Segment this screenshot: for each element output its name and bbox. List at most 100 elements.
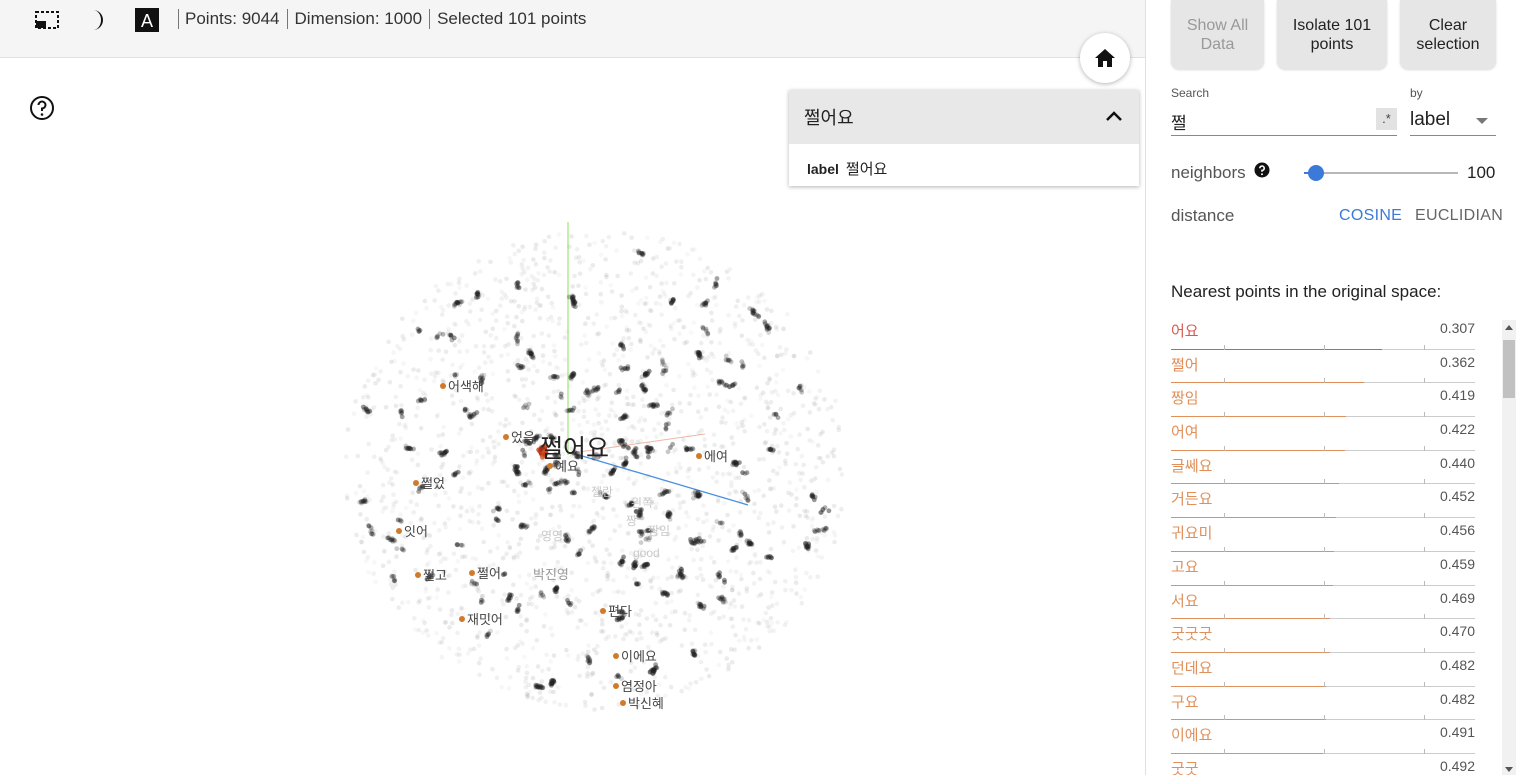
inspector-field-row: label 쩔어요	[789, 144, 1139, 179]
neighbors-slider[interactable]	[1304, 165, 1458, 181]
slider-knob[interactable]	[1308, 165, 1324, 181]
neighbor-point[interactable]	[413, 480, 419, 486]
selected-count: Selected 101 points	[437, 9, 587, 28]
neighbor-point[interactable]	[613, 653, 619, 659]
isolate-points-button[interactable]: Isolate 101 points	[1277, 0, 1387, 69]
nearest-point-label: 구요	[1171, 693, 1199, 711]
neighbor-point-label: 박진영	[533, 567, 569, 582]
scroll-up-arrow-icon[interactable]	[1505, 325, 1513, 330]
nearest-point-label: 굿굿굿	[1171, 626, 1213, 644]
neighbors-label: neighbors	[1171, 163, 1246, 182]
nearest-point-row[interactable]: 어요 0.307	[1171, 316, 1475, 350]
nearest-point-label: 어여	[1171, 424, 1199, 442]
nearest-point-distance: 0.307	[1439, 320, 1475, 336]
neighbor-point[interactable]	[696, 453, 702, 459]
nearest-point-row[interactable]: 굿굿굿 0.470	[1171, 619, 1475, 653]
nearest-point-distance: 0.459	[1439, 555, 1475, 572]
neighbor-point-label: 에여	[704, 449, 728, 464]
neighbor-point-label: 편다	[608, 604, 632, 619]
home-button[interactable]	[1080, 33, 1130, 83]
nearest-point-distance: 0.491	[1439, 724, 1475, 741]
svg-text:A: A	[141, 11, 153, 31]
selection-mode-icon[interactable]	[34, 7, 60, 33]
nearest-point-row[interactable]: 구요 0.482	[1171, 687, 1475, 721]
labels-toggle-icon[interactable]: A	[134, 7, 160, 33]
nearest-point-distance: 0.440	[1439, 454, 1475, 471]
nearest-point-row[interactable]: 짱임 0.419	[1171, 383, 1475, 418]
nearest-list-scrollbar[interactable]	[1502, 320, 1516, 775]
nearest-point-row[interactable]: 고요 0.459	[1171, 552, 1475, 586]
nearest-point-distance: 0.452	[1439, 488, 1475, 505]
nearest-point-distance: 0.482	[1439, 690, 1475, 707]
nearest-point-row[interactable]: 귀요미 0.456	[1171, 518, 1475, 552]
inspector-header: 쩔어요	[789, 90, 1139, 144]
nearest-point-row[interactable]: 서요 0.469	[1171, 586, 1475, 620]
nearest-point-row[interactable]: 거든요 0.452	[1171, 484, 1475, 519]
distance-label: distance	[1171, 206, 1235, 225]
nearest-point-distance: 0.422	[1439, 421, 1475, 438]
faded-point-label: 왼쪽	[631, 496, 653, 510]
clear-selection-button[interactable]: Clear selection	[1400, 0, 1496, 69]
neighbor-point[interactable]	[396, 528, 402, 534]
nearest-point-label: 거든요	[1171, 491, 1213, 509]
nearest-point-label: 고요	[1171, 558, 1199, 576]
point-cloud	[343, 231, 845, 712]
nearest-point-distance: 0.456	[1439, 522, 1475, 539]
nearest-point-label: 짱임	[1171, 390, 1199, 408]
nearest-point-distance: 0.419	[1439, 387, 1475, 404]
search-label: Search	[1171, 86, 1210, 100]
neighbor-point[interactable]	[459, 616, 465, 622]
distance-euclidian-option[interactable]: EUCLIDIAN	[1415, 207, 1503, 225]
neighbor-point-label: 쩔고	[423, 568, 447, 583]
nearest-point-row[interactable]: 글쎄요 0.440	[1171, 451, 1475, 485]
neighbor-point[interactable]	[600, 608, 606, 614]
neighbor-point-label: 이에요	[621, 649, 657, 664]
nearest-point-distance: 0.482	[1439, 656, 1475, 673]
nearest-point-row[interactable]: 이에요 0.491	[1171, 720, 1475, 754]
nearest-points-list: 어요 0.307 쩔어 0.362 짱임 0.419 어여 0.422 글쎄요 0.440 거든요 0…	[1171, 316, 1475, 775]
search-by-select[interactable]: label	[1410, 107, 1496, 136]
nearest-point-label: 굿굿	[1171, 760, 1199, 775]
night-mode-icon[interactable]	[84, 7, 110, 33]
info-icon[interactable]	[1254, 162, 1270, 178]
show-all-data-button[interactable]: Show All Data	[1171, 0, 1264, 69]
neighbor-point[interactable]	[503, 434, 509, 440]
nearest-point-label: 이에요	[1171, 727, 1213, 745]
neighbor-point[interactable]	[613, 683, 619, 689]
faded-point-label: good	[633, 546, 660, 560]
chevron-up-icon[interactable]	[1103, 106, 1125, 128]
neighbor-point-label: 쩔어	[477, 566, 501, 581]
neighbor-point[interactable]	[547, 463, 553, 469]
faded-point-label: 짱임	[648, 524, 670, 538]
nearest-point-distance: 0.492	[1439, 757, 1475, 774]
search-input[interactable]	[1171, 107, 1397, 136]
neighbor-point[interactable]	[469, 570, 475, 576]
neighbor-point[interactable]	[440, 383, 446, 389]
right-panel: Show All Data Isolate 101 points Clear s…	[1145, 0, 1516, 775]
nearest-point-row[interactable]: 굿굿 0.492	[1171, 754, 1475, 775]
nearest-point-distance: 0.469	[1439, 589, 1475, 606]
help-icon[interactable]	[29, 95, 55, 121]
neighbor-point-label: 염정아	[621, 679, 657, 694]
scroll-down-arrow-icon[interactable]	[1505, 767, 1513, 772]
nearest-point-row[interactable]: 어여 0.422	[1171, 417, 1475, 451]
search-by-value: label	[1410, 109, 1451, 130]
inspector-field-key: label	[807, 161, 839, 177]
inspector-title: 쩔어요	[804, 108, 854, 128]
faded-point-label: 짱	[626, 514, 637, 528]
neighbor-point-label: 었음	[511, 430, 535, 445]
nearest-point-row[interactable]: 쩔어 0.362	[1171, 350, 1475, 384]
neighbor-point-label: 쩔었	[421, 476, 445, 491]
inspector-field-value: 쩔어요	[845, 161, 888, 178]
neighbor-point-label: 어색해	[448, 379, 484, 394]
home-icon	[1095, 49, 1115, 67]
distance-cosine-option[interactable]: COSINE	[1339, 207, 1402, 225]
nearest-point-distance: 0.470	[1439, 623, 1475, 640]
by-label: by	[1410, 86, 1423, 100]
neighbor-point[interactable]	[620, 700, 626, 706]
nearest-point-row[interactable]: 던데요 0.482	[1171, 653, 1475, 687]
selected-point-label: 쩔어요	[540, 435, 609, 463]
neighbor-point[interactable]	[415, 572, 421, 578]
regex-toggle-button[interactable]: .*	[1376, 108, 1397, 130]
scrollbar-thumb[interactable]	[1503, 340, 1515, 398]
